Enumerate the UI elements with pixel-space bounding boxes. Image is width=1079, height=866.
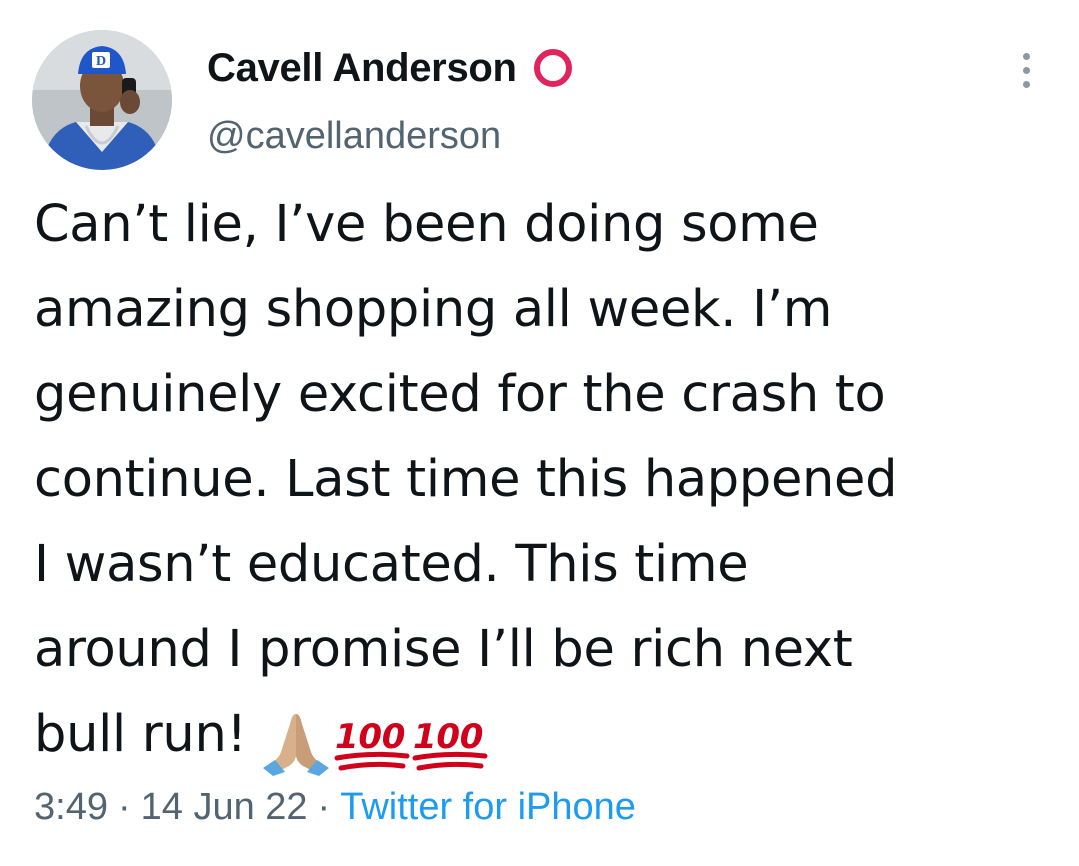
author-name-row: Cavell Anderson — [207, 44, 575, 92]
svg-text:100: 100 — [335, 717, 405, 757]
tweet-text-line: around I promise I’ll be rich next — [34, 620, 853, 679]
more-dot — [1022, 66, 1030, 74]
more-options-icon[interactable] — [1008, 48, 1044, 92]
emoji-row: 100 100 — [259, 698, 489, 783]
tweet-text-last-line: bull run! 100 100 — [34, 692, 1054, 777]
red-ring-icon — [531, 46, 575, 90]
tweet-text-line: genuinely excited for the crash to — [34, 365, 886, 424]
folded-hands-icon — [262, 714, 329, 776]
tweet-meta: 3:49 · 14 Jun 22 · Twitter for iPhone — [34, 782, 636, 832]
tweet-text-line: I wasn’t educated. This time — [34, 535, 749, 594]
hundred-points-icon: 100 — [412, 717, 488, 771]
author-display-name[interactable]: Cavell Anderson — [207, 44, 517, 92]
tweet-text-line: amazing shopping all week. I’m — [34, 280, 833, 339]
tweet: D Cavell Anderson @cavellanderson Can’t … — [0, 0, 1079, 866]
tweet-text: Can’t lie, I’ve been doing some amazing … — [34, 182, 1054, 777]
tweet-source-link[interactable]: Twitter for iPhone — [340, 786, 636, 828]
tweet-text-line: Can’t lie, I’ve been doing some — [34, 195, 819, 254]
tweet-time[interactable]: 3:49 — [34, 786, 108, 828]
svg-text:D: D — [96, 54, 106, 69]
more-dot — [1022, 52, 1030, 60]
tweet-text-line: bull run! — [34, 705, 247, 764]
profile-photo-avatar: D — [32, 30, 172, 170]
meta-separator: · — [317, 786, 331, 828]
tweet-date[interactable]: 14 Jun 22 — [141, 786, 308, 828]
more-dot — [1022, 80, 1030, 88]
svg-text:100: 100 — [413, 717, 483, 757]
hundred-points-icon: 100 — [334, 717, 410, 771]
tweet-text-line: continue. Last time this happened — [34, 450, 898, 509]
avatar[interactable]: D — [32, 30, 172, 170]
meta-separator: · — [117, 786, 131, 828]
author-handle[interactable]: @cavellanderson — [207, 112, 501, 160]
